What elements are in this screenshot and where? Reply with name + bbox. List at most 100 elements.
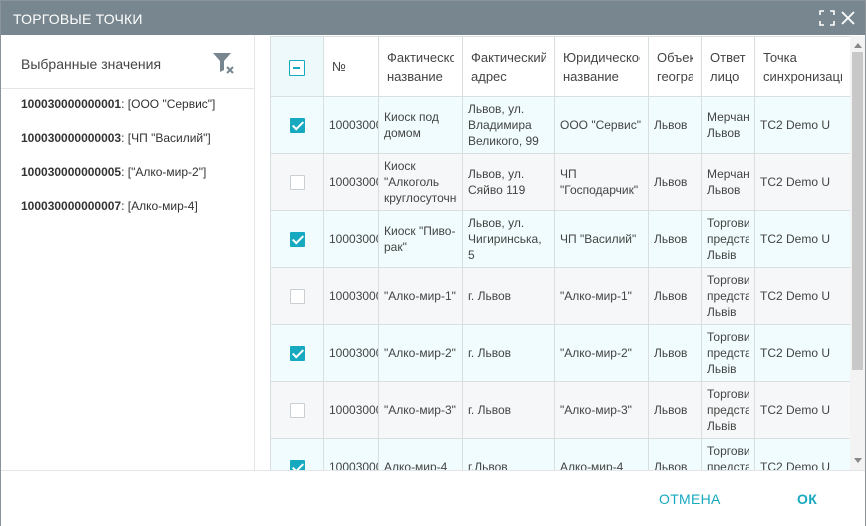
- dialog: ТОРГОВЫЕ ТОЧКИ Выбранные значения 100030…: [0, 0, 866, 526]
- geo-cell: Львов: [648, 324, 702, 382]
- responsible-cell: Торговий представник Львів: [701, 438, 755, 470]
- legal-name-cell: "Алко-мир-1": [554, 267, 649, 325]
- ok-button[interactable]: ОК: [797, 491, 817, 507]
- table-row[interactable]: 100030000000007Алко-мир-4г.ЛьвовАлко-мир…: [270, 438, 850, 470]
- fact-name-cell: Киоск под домом: [378, 96, 463, 154]
- column-header-responsible[interactable]: Ответственноелицо: [701, 36, 755, 97]
- responsible-cell: Торговий представник Львів: [701, 267, 755, 325]
- table-row[interactable]: 100030000000006"Алко-мир-3"г. Львов"Алко…: [270, 381, 850, 439]
- responsible-cell: Мерчандайзер Львов: [701, 153, 755, 211]
- select-all-cell: [270, 36, 324, 97]
- address-cell: г. Львов: [462, 324, 555, 382]
- table-row[interactable]: 100030000000005"Алко-мир-2"г. Львов"Алко…: [270, 324, 850, 382]
- address-cell: Львов, ул. Чигиринська, 5: [462, 210, 555, 268]
- fact-name-cell: Киоск "Алкоголь круглосуточно": [378, 153, 463, 211]
- responsible-cell: Торговий представник Львів: [701, 381, 755, 439]
- sync-point-cell: TC2 Demo U: [754, 438, 850, 470]
- address-cell: г. Львов: [462, 267, 555, 325]
- legal-name-cell: ЧП "Василий": [554, 210, 649, 268]
- address-cell: г.Львов: [462, 438, 555, 470]
- column-header-sync-point[interactable]: Точкасинхронизации: [754, 36, 850, 97]
- row-checkbox-cell: [270, 153, 324, 211]
- legal-name-cell: ЧП "Господарчик": [554, 153, 649, 211]
- address-cell: г. Львов: [462, 381, 555, 439]
- responsible-cell: Мерчандайзер Львов: [701, 96, 755, 154]
- fact-name-cell: "Алко-мир-1": [378, 267, 463, 325]
- table-row[interactable]: 100030000000001Киоск под домомЛьвов, ул.…: [270, 96, 850, 154]
- legal-name-cell: Алко-мир-4: [554, 438, 649, 470]
- column-header-geo[interactable]: Объектгеографии: [648, 36, 702, 97]
- responsible-cell: Торговий представник Львів: [701, 324, 755, 382]
- sync-point-cell: TC2 Demo U: [754, 96, 850, 154]
- number-cell: 100030000000003: [323, 210, 379, 268]
- number-cell: 100030000000004: [323, 267, 379, 325]
- cancel-button[interactable]: ОТМЕНА: [659, 491, 721, 507]
- legal-name-cell: "Алко-мир-2": [554, 324, 649, 382]
- number-cell: 100030000000005: [323, 324, 379, 382]
- legal-name-cell: "Алко-мир-3": [554, 381, 649, 439]
- row-checkbox-cell: [270, 96, 324, 154]
- dialog-title: ТОРГОВЫЕ ТОЧКИ: [13, 11, 143, 27]
- number-cell: 100030000000002: [323, 153, 379, 211]
- row-checkbox[interactable]: [289, 118, 305, 134]
- row-checkbox[interactable]: [289, 346, 305, 362]
- clear-filter-icon[interactable]: [211, 50, 237, 76]
- table-row[interactable]: 100030000000003Киоск "Пиво-рак"Львов, ул…: [270, 210, 850, 268]
- geo-cell: Львов: [648, 267, 702, 325]
- dialog-footer: ОТМЕНА ОК: [1, 470, 865, 526]
- close-icon[interactable]: [839, 9, 857, 27]
- vertical-scrollbar[interactable]: [850, 36, 865, 470]
- table-body: 100030000000001Киоск под домомЛьвов, ул.…: [270, 96, 850, 470]
- number-cell: 100030000000007: [323, 438, 379, 470]
- row-checkbox[interactable]: [289, 232, 305, 248]
- fact-name-cell: "Алко-мир-2": [378, 324, 463, 382]
- row-checkbox-cell: [270, 210, 324, 268]
- table-row[interactable]: 100030000000002Киоск "Алкоголь круглосут…: [270, 153, 850, 211]
- selected-value-item[interactable]: 100030000000003: [ЧП "Василий"]: [21, 131, 251, 165]
- selected-values-header: Выбранные значения: [1, 35, 254, 89]
- row-checkbox-cell: [270, 438, 324, 470]
- scroll-up-icon[interactable]: [854, 43, 862, 48]
- points-table: № Фактическоеназвание Фактическийадрес Ю…: [270, 36, 850, 470]
- row-checkbox-cell: [270, 381, 324, 439]
- address-cell: Львов, ул. Владимира Великого, 99: [462, 96, 555, 154]
- scroll-down-icon[interactable]: [854, 458, 862, 463]
- sync-point-cell: TC2 Demo U: [754, 381, 850, 439]
- sync-point-cell: TC2 Demo U: [754, 267, 850, 325]
- points-table-container: № Фактическоеназвание Фактическийадрес Ю…: [270, 36, 850, 470]
- row-checkbox[interactable]: [289, 403, 305, 419]
- legal-name-cell: ООО "Сервис": [554, 96, 649, 154]
- selected-value-item[interactable]: 100030000000001: [ООО "Сервис"]: [21, 97, 251, 131]
- fact-name-cell: Киоск "Пиво-рак": [378, 210, 463, 268]
- geo-cell: Львов: [648, 153, 702, 211]
- sync-point-cell: TC2 Demo U: [754, 324, 850, 382]
- geo-cell: Львов: [648, 96, 702, 154]
- sync-point-cell: TC2 Demo U: [754, 153, 850, 211]
- number-cell: 100030000000006: [323, 381, 379, 439]
- column-header-number[interactable]: №: [323, 36, 379, 97]
- row-checkbox[interactable]: [289, 289, 305, 305]
- selected-values-list: 100030000000001: [ООО "Сервис"] 10003000…: [21, 97, 251, 233]
- row-checkbox-cell: [270, 267, 324, 325]
- selected-value-item[interactable]: 100030000000005: ["Алко-мир-2"]: [21, 165, 251, 199]
- column-header-legal-name[interactable]: Юридическое название: [554, 36, 649, 97]
- address-cell: Львов, ул. Сяйво 119: [462, 153, 555, 211]
- dialog-titlebar: ТОРГОВЫЕ ТОЧКИ: [1, 1, 865, 35]
- scrollbar-thumb[interactable]: [852, 52, 863, 370]
- number-cell: 100030000000001: [323, 96, 379, 154]
- maximize-icon[interactable]: [818, 9, 836, 27]
- sync-point-cell: TC2 Demo U: [754, 210, 850, 268]
- select-all-checkbox[interactable]: [289, 59, 305, 76]
- selected-values-title: Выбранные значения: [21, 56, 162, 72]
- selected-values-panel: Выбранные значения 100030000000001: [ООО…: [1, 35, 255, 470]
- column-header-fact-address[interactable]: Фактический адрес: [462, 36, 555, 97]
- responsible-cell: Торговий представник Львів: [701, 210, 755, 268]
- table-row[interactable]: 100030000000004"Алко-мир-1"г. Львов"Алко…: [270, 267, 850, 325]
- geo-cell: Львов: [648, 438, 702, 470]
- row-checkbox[interactable]: [289, 175, 305, 191]
- fact-name-cell: "Алко-мир-3": [378, 381, 463, 439]
- row-checkbox[interactable]: [289, 460, 305, 470]
- fact-name-cell: Алко-мир-4: [378, 438, 463, 470]
- selected-value-item[interactable]: 100030000000007: [Алко-мир-4]: [21, 199, 251, 233]
- column-header-fact-name[interactable]: Фактическоеназвание: [378, 36, 463, 97]
